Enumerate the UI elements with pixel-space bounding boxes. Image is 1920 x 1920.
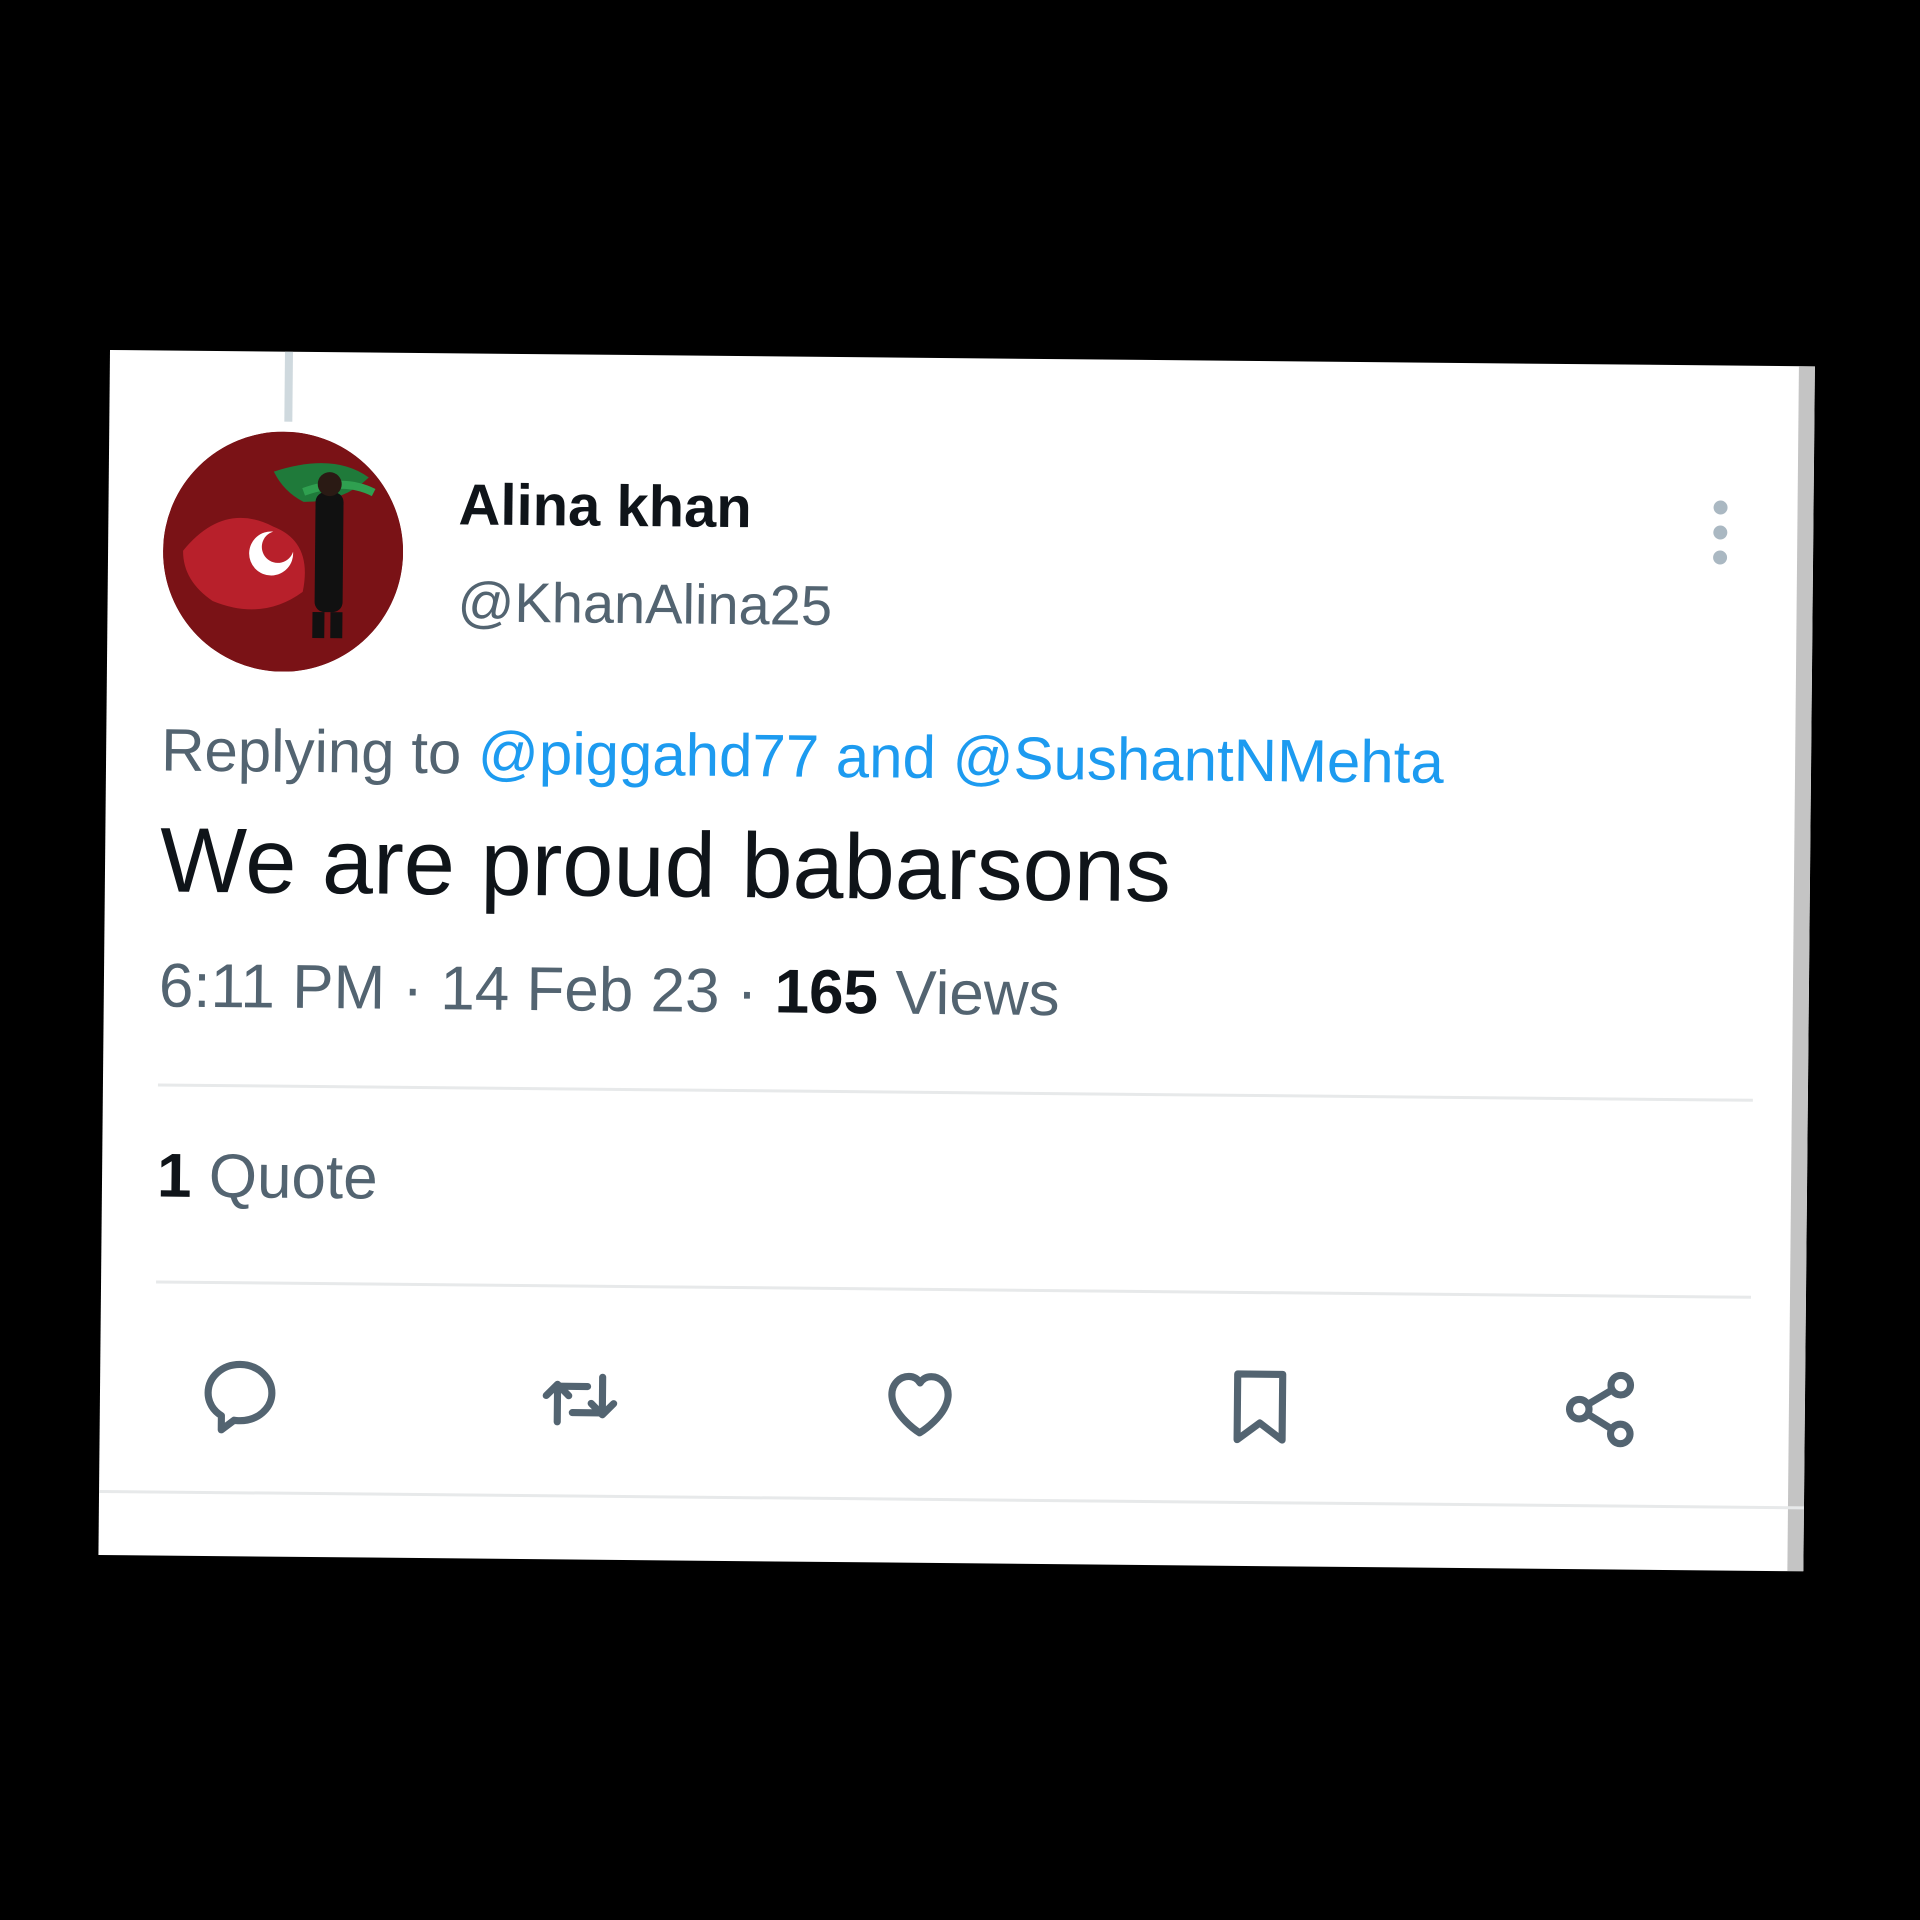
like-button[interactable]: [864, 1347, 975, 1458]
author-handle[interactable]: @KhanAlina25: [457, 569, 832, 638]
more-options-icon[interactable]: [1705, 495, 1736, 595]
mention-link-2[interactable]: @SushantNMehta: [952, 724, 1444, 796]
avatar-image: [161, 430, 405, 673]
replying-joiner: and: [835, 722, 937, 791]
divider: [157, 1083, 1753, 1102]
meta-separator: ·: [402, 953, 424, 1024]
views-count: 165: [774, 957, 879, 1028]
share-button[interactable]: [1544, 1354, 1655, 1465]
bookmark-button[interactable]: [1204, 1351, 1315, 1462]
retweet-icon: [542, 1373, 618, 1426]
thread-connector-line: [284, 351, 293, 422]
reply-button[interactable]: [184, 1341, 295, 1452]
quotes-count: 1: [156, 1141, 192, 1211]
reply-icon: [204, 1360, 276, 1434]
share-icon: [1565, 1371, 1635, 1448]
author-name[interactable]: Alina khan: [458, 471, 752, 541]
mention-link-1[interactable]: @piggahd77: [478, 720, 820, 790]
divider: [156, 1280, 1751, 1299]
tweet-time[interactable]: 6:11 PM: [159, 952, 386, 1023]
bookmark-icon: [1233, 1370, 1287, 1444]
tweet-card: Alina khan @KhanAlina25 Replying to @pig…: [98, 350, 1815, 1572]
quotes-label: Quote: [208, 1141, 379, 1213]
tweet-meta: 6:11 PM · 14 Feb 23 · 165 Views: [159, 951, 1060, 1031]
replying-to-line: Replying to @piggahd77 and @SushantNMeht…: [161, 716, 1444, 797]
replying-prefix: Replying to: [160, 716, 462, 787]
divider: [99, 1489, 1804, 1510]
action-bar: [99, 1340, 1805, 1466]
retweet-button[interactable]: [524, 1344, 635, 1455]
views-label: Views: [894, 958, 1060, 1030]
avatar[interactable]: [161, 430, 405, 673]
tweet-text: We are proud babarsons: [159, 809, 1172, 922]
quotes-stat[interactable]: 1 Quote: [157, 1140, 378, 1213]
meta-separator: ·: [736, 957, 758, 1027]
heart-icon: [888, 1372, 952, 1437]
tweet-date[interactable]: 14 Feb 23: [440, 954, 720, 1026]
